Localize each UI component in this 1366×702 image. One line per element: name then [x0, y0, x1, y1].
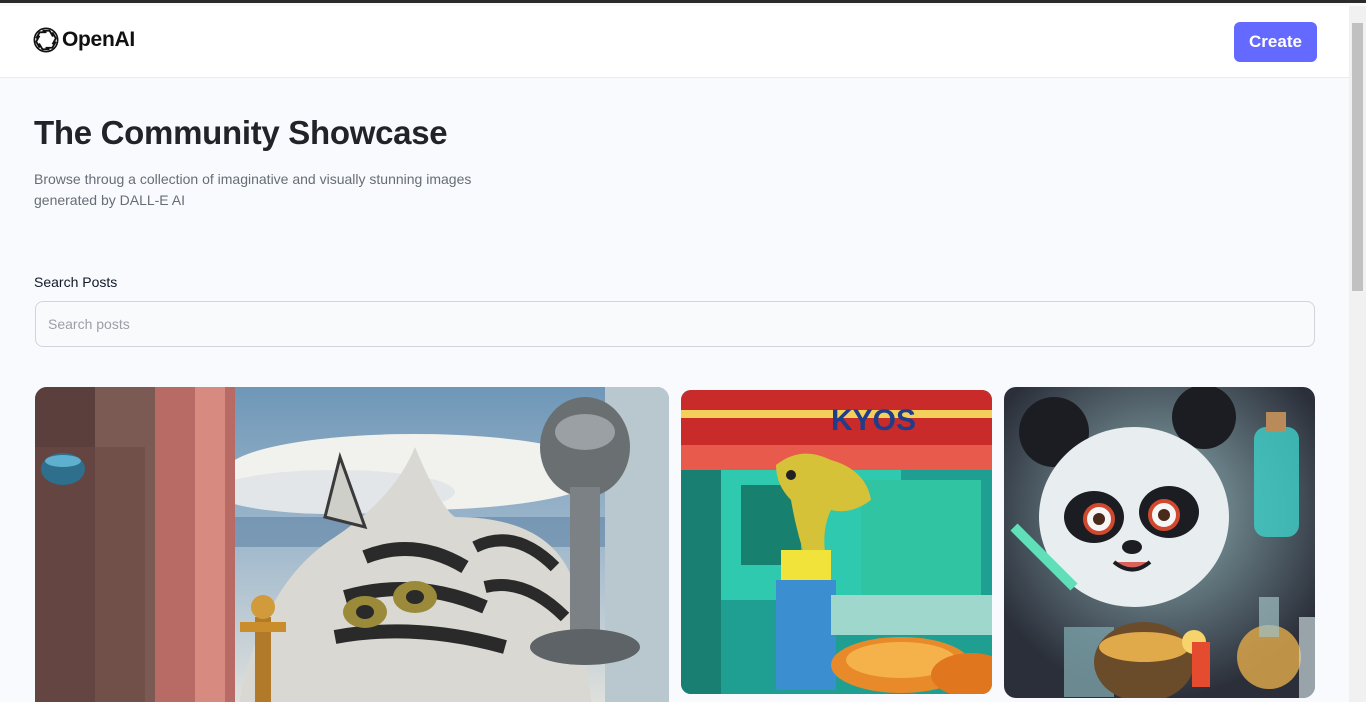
top-navbar: OpenAI Create: [0, 6, 1349, 78]
vertical-scrollbar[interactable]: [1349, 6, 1366, 702]
post-image-cat: [35, 387, 669, 702]
scrollbar-thumb[interactable]: [1352, 23, 1363, 291]
post-card-cat[interactable]: [35, 387, 669, 702]
post-card-dinosaur[interactable]: KYOS: [681, 390, 992, 694]
openai-logo-icon: [33, 27, 59, 53]
page-title: The Community Showcase: [34, 114, 448, 151]
search-input[interactable]: [35, 301, 1315, 347]
search-label: Search Posts: [34, 274, 118, 290]
openai-logo[interactable]: OpenAI: [32, 26, 135, 54]
logo-text: OpenAI: [62, 28, 135, 51]
page: OpenAI Create The Community Showcase Bro…: [0, 6, 1349, 702]
svg-text:KYOS: KYOS: [831, 404, 916, 437]
create-button[interactable]: Create: [1234, 22, 1317, 62]
page-subtitle: Browse throug a collection of imaginativ…: [34, 171, 472, 208]
post-card-panda[interactable]: [1004, 387, 1315, 698]
post-image-dinosaur: KYOS: [681, 390, 992, 694]
post-image-panda: [1004, 387, 1315, 698]
